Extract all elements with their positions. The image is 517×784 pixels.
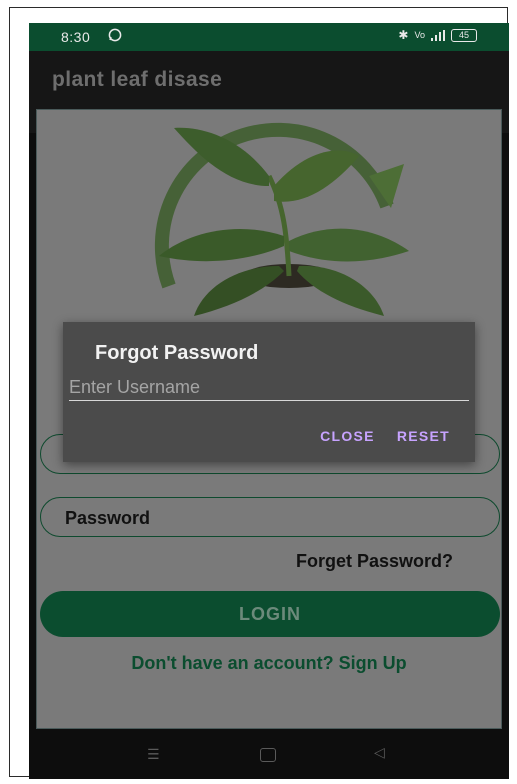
signal-icon bbox=[431, 29, 445, 41]
forget-password-link[interactable]: Forget Password? bbox=[296, 551, 453, 572]
phone-screen: 8:30 ✱ Vo 45 plant leaf disase Password … bbox=[29, 23, 509, 779]
nav-bar: ☰ ◁ bbox=[29, 729, 509, 779]
dialog-actions: CLOSE RESET bbox=[320, 428, 450, 444]
battery-icon: 45 bbox=[451, 28, 477, 42]
app-title: plant leaf disase bbox=[52, 68, 223, 91]
forgot-password-dialog: Forgot Password CLOSE RESET bbox=[63, 322, 475, 462]
dialog-title: Forgot Password bbox=[95, 342, 259, 364]
status-time: 8:30 bbox=[61, 29, 91, 45]
password-field[interactable]: Password bbox=[40, 497, 500, 537]
plant-logo-icon bbox=[154, 122, 409, 316]
username-input[interactable] bbox=[69, 374, 469, 401]
signup-link[interactable]: Don't have an account? Sign Up bbox=[37, 653, 501, 674]
bluetooth-icon: ✱ bbox=[398, 28, 409, 42]
home-icon[interactable] bbox=[260, 748, 276, 762]
close-button[interactable]: CLOSE bbox=[320, 428, 375, 444]
password-label: Password bbox=[65, 508, 151, 528]
whatsapp-icon bbox=[108, 28, 122, 42]
status-bar: 8:30 ✱ Vo 45 bbox=[29, 23, 509, 51]
reset-button[interactable]: RESET bbox=[397, 428, 450, 444]
menu-icon[interactable]: ☰ bbox=[147, 746, 160, 763]
volte-icon: Vo bbox=[414, 30, 425, 40]
status-icons: ✱ Vo 45 bbox=[398, 28, 477, 42]
back-icon[interactable]: ◁ bbox=[374, 744, 385, 761]
login-button[interactable]: LOGIN bbox=[40, 591, 500, 637]
